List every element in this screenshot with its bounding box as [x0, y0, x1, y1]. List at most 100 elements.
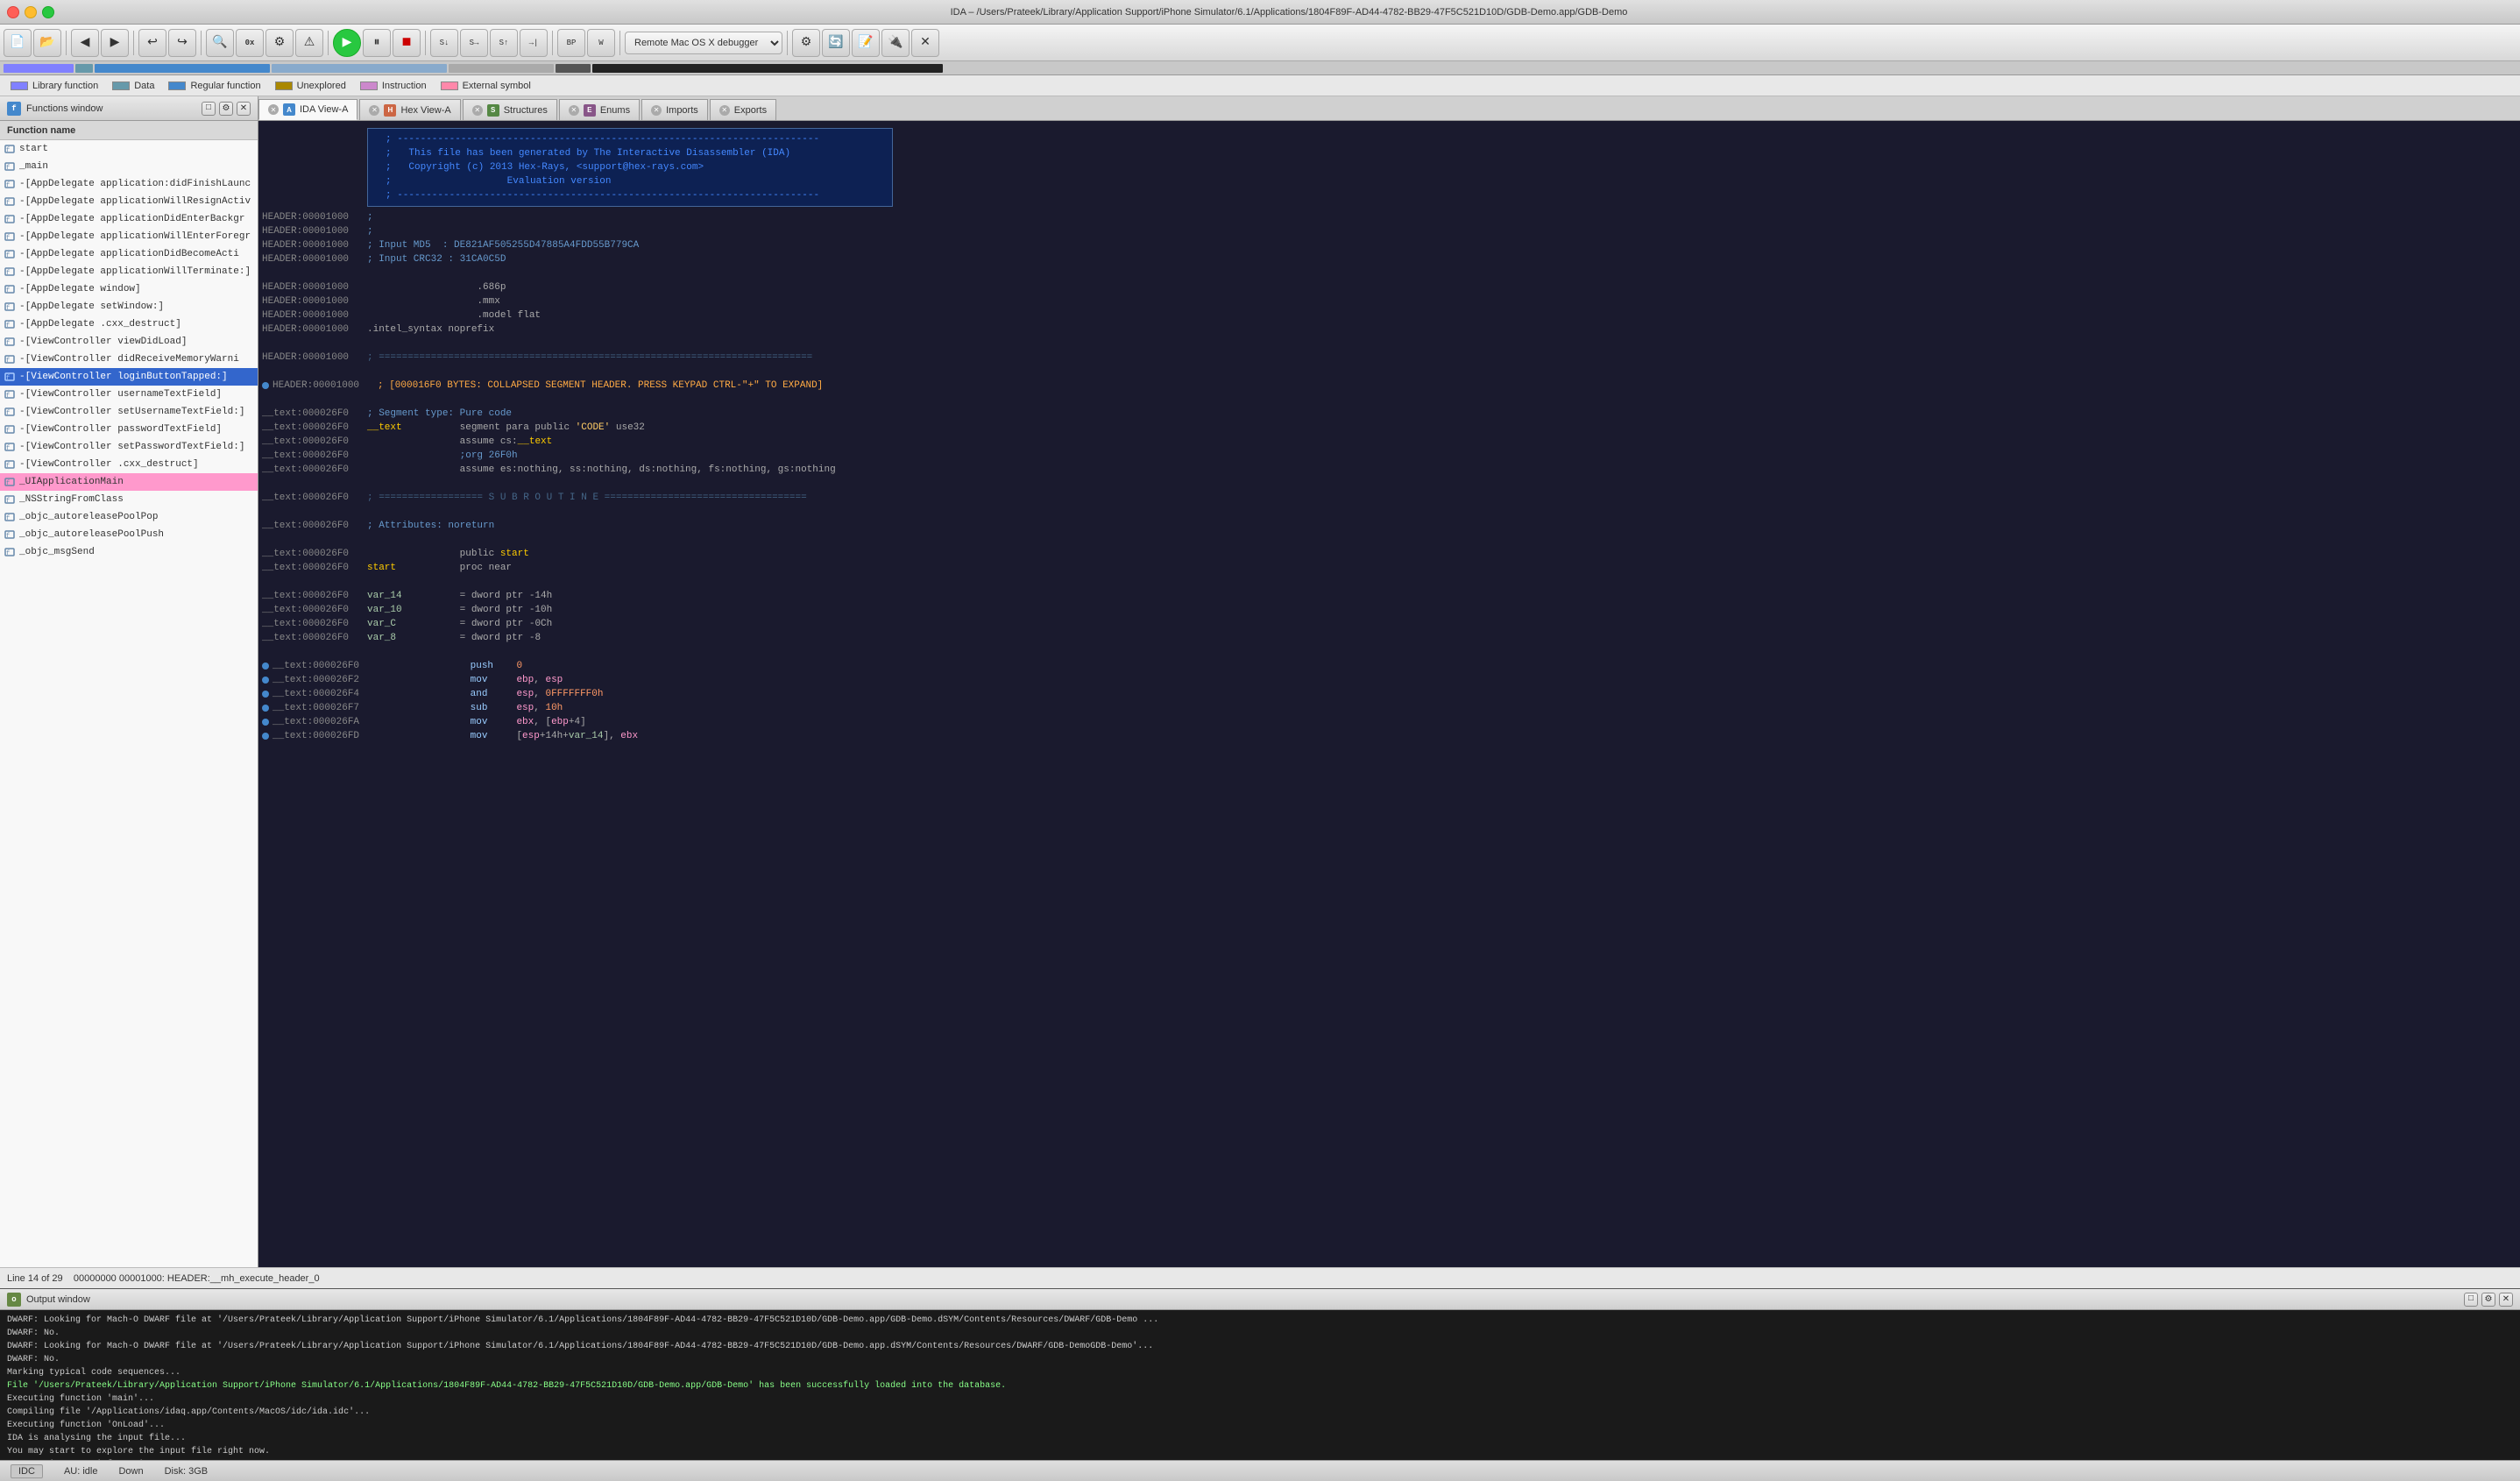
func-list-item[interactable]: f _UIApplicationMain [0, 473, 258, 491]
func-list-item[interactable]: f -[AppDelegate applicationDidEnterBackg… [0, 210, 258, 228]
func-list-item[interactable]: f -[AppDelegate applicationWillEnterFore… [0, 228, 258, 245]
func-item-label: -[AppDelegate applicationWillTerminate:] [19, 266, 251, 277]
func-item-label: _objc_autoreleasePoolPush [19, 529, 164, 540]
func-list-item[interactable]: f _NSStringFromClass [0, 491, 258, 508]
step-over-button[interactable]: S↓ [430, 29, 458, 57]
asm-line: HEADER:00001000 ; Input CRC32 : 31CA0C5D [262, 252, 2516, 266]
func-list-item[interactable]: f -[AppDelegate setWindow:] [0, 298, 258, 315]
warning-button[interactable]: ⚠ [295, 29, 323, 57]
func-list-item[interactable]: f -[ViewController setUsernameTextField:… [0, 403, 258, 421]
output-settings-button[interactable]: ⚙ [2481, 1293, 2495, 1307]
watch-button[interactable]: W [587, 29, 615, 57]
forward-button[interactable]: ▶ [101, 29, 129, 57]
func-list-item[interactable]: f -[ViewController loginButtonTapped:] [0, 368, 258, 386]
undo-button[interactable]: ↩ [138, 29, 166, 57]
func-list-item[interactable]: f -[ViewController passwordTextField] [0, 421, 258, 438]
output-line: IDA is analysing the input file... [7, 1432, 2513, 1445]
line-info: Line 14 of 29 [7, 1273, 63, 1284]
run-to-button[interactable]: →| [520, 29, 548, 57]
func-item-icon: f [4, 388, 16, 400]
tab-close-hex[interactable]: ✕ [369, 105, 379, 116]
find-button[interactable]: 🔍 [206, 29, 234, 57]
output-expand-button[interactable]: □ [2464, 1293, 2478, 1307]
output-content[interactable]: DWARF: Looking for Mach-O DWARF file at … [0, 1310, 2520, 1460]
tab-ida-view-a[interactable]: ✕ A IDA View-A [258, 99, 357, 120]
func-list-item[interactable]: f -[AppDelegate .cxx_destruct] [0, 315, 258, 333]
plugin-button[interactable]: 🔌 [881, 29, 910, 57]
pause-button[interactable]: ⏸ [363, 29, 391, 57]
tab-exports[interactable]: ✕ Exports [710, 99, 776, 120]
maximize-button[interactable] [42, 6, 54, 18]
func-list-item[interactable]: f -[ViewController viewDidLoad] [0, 333, 258, 351]
bp-button[interactable]: BP [557, 29, 585, 57]
hex-button[interactable]: 0x [236, 29, 264, 57]
func-item-icon: f [4, 318, 16, 330]
func-item-label: -[ViewController setPasswordTextField:] [19, 442, 244, 452]
func-item-icon: f [4, 476, 16, 488]
step-out-button[interactable]: S↑ [490, 29, 518, 57]
function-list[interactable]: f start f _main f -[AppDelegate applicat… [0, 140, 258, 1267]
func-list-item[interactable]: f -[ViewController usernameTextField] [0, 386, 258, 403]
func-list-item[interactable]: f -[AppDelegate applicationDidBecomeActi [0, 245, 258, 263]
asm-line [262, 266, 2516, 280]
asm-line: HEADER:00001000 ; [262, 210, 2516, 224]
func-item-icon: f [4, 266, 16, 278]
tab-hex-view-a[interactable]: ✕ H Hex View-A [359, 99, 460, 120]
tab-imports[interactable]: ✕ Imports [641, 99, 708, 120]
output-close-button[interactable]: ✕ [2499, 1293, 2513, 1307]
options-button[interactable]: ⚙ [265, 29, 294, 57]
bottom-status: IDC AU: idle Down Disk: 3GB [0, 1460, 2520, 1481]
minimize-button[interactable] [25, 6, 37, 18]
tab-enums[interactable]: ✕ E Enums [559, 99, 640, 120]
func-list-item[interactable]: f -[AppDelegate application:didFinishLau… [0, 175, 258, 193]
close-icon-btn[interactable]: ✕ [911, 29, 939, 57]
asm-line: ; Copyright (c) 2013 Hex-Rays, <support@… [386, 160, 874, 174]
func-list-item[interactable]: f -[ViewController .cxx_destruct] [0, 456, 258, 473]
refresh-button[interactable]: 🔄 [822, 29, 850, 57]
tab-close-structures[interactable]: ✕ [472, 105, 483, 116]
func-list-item[interactable]: f _objc_autoreleasePoolPop [0, 508, 258, 526]
asm-line: __text:000026F0 var_14 = dword ptr -14h [262, 589, 2516, 603]
script-button[interactable]: 📝 [852, 29, 880, 57]
stop-button[interactable]: ■ [393, 29, 421, 57]
tab-close-imports[interactable]: ✕ [651, 105, 662, 116]
asm-line: __text:000026F0 push 0 [262, 659, 2516, 673]
func-list-item[interactable]: f -[AppDelegate window] [0, 280, 258, 298]
open-button[interactable]: 📂 [33, 29, 61, 57]
bp-dot-5 [262, 719, 269, 726]
step-into-button[interactable]: S→ [460, 29, 488, 57]
tab-close-enums[interactable]: ✕ [569, 105, 579, 116]
func-list-item[interactable]: f start [0, 140, 258, 158]
redo-button[interactable]: ↪ [168, 29, 196, 57]
new-button[interactable]: 📄 [4, 29, 32, 57]
close-button[interactable] [7, 6, 19, 18]
func-list-item[interactable]: f -[AppDelegate applicationWillResignAct… [0, 193, 258, 210]
tab-close-ida[interactable]: ✕ [268, 104, 279, 115]
func-item-label: _NSStringFromClass [19, 494, 124, 505]
au-status: AU: idle [64, 1466, 98, 1477]
asm-line: __text:000026FA mov ebx, [ebp+4] [262, 715, 2516, 729]
ida-view[interactable]: ; --------------------------------------… [258, 121, 2520, 1267]
func-item-label: -[ViewController setUsernameTextField:] [19, 407, 244, 417]
svg-text:f: f [6, 252, 10, 259]
func-list-item[interactable]: f -[AppDelegate applicationWillTerminate… [0, 263, 258, 280]
back-button[interactable]: ◀ [71, 29, 99, 57]
panel-expand-button[interactable]: □ [202, 102, 216, 116]
func-list-item[interactable]: f _main [0, 158, 258, 175]
settings-button[interactable]: ⚙ [792, 29, 820, 57]
func-item-label: -[AppDelegate window] [19, 284, 141, 294]
func-list-item[interactable]: f _objc_autoreleasePoolPush [0, 526, 258, 543]
func-list-item[interactable]: f -[ViewController didReceiveMemoryWarni [0, 351, 258, 368]
tab-structures[interactable]: ✕ S Structures [463, 99, 557, 120]
debugger-select[interactable]: Remote Mac OS X debugger [625, 32, 782, 54]
func-list-item[interactable]: f _objc_msgSend [0, 543, 258, 561]
tab-close-exports[interactable]: ✕ [719, 105, 730, 116]
func-list-item[interactable]: f -[ViewController setPasswordTextField:… [0, 438, 258, 456]
prog-tick1 [449, 64, 554, 73]
panel-close-button[interactable]: ✕ [237, 102, 251, 116]
run-button[interactable]: ▶ [333, 29, 361, 57]
panel-controls: □ ⚙ ✕ [202, 102, 251, 116]
panel-settings-button[interactable]: ⚙ [219, 102, 233, 116]
idc-tab[interactable]: IDC [11, 1464, 43, 1478]
toolbar: 📄 📂 ◀ ▶ ↩ ↪ 🔍 0x ⚙ ⚠ ▶ ⏸ ■ S↓ S→ S↑ →| B… [0, 25, 2520, 61]
